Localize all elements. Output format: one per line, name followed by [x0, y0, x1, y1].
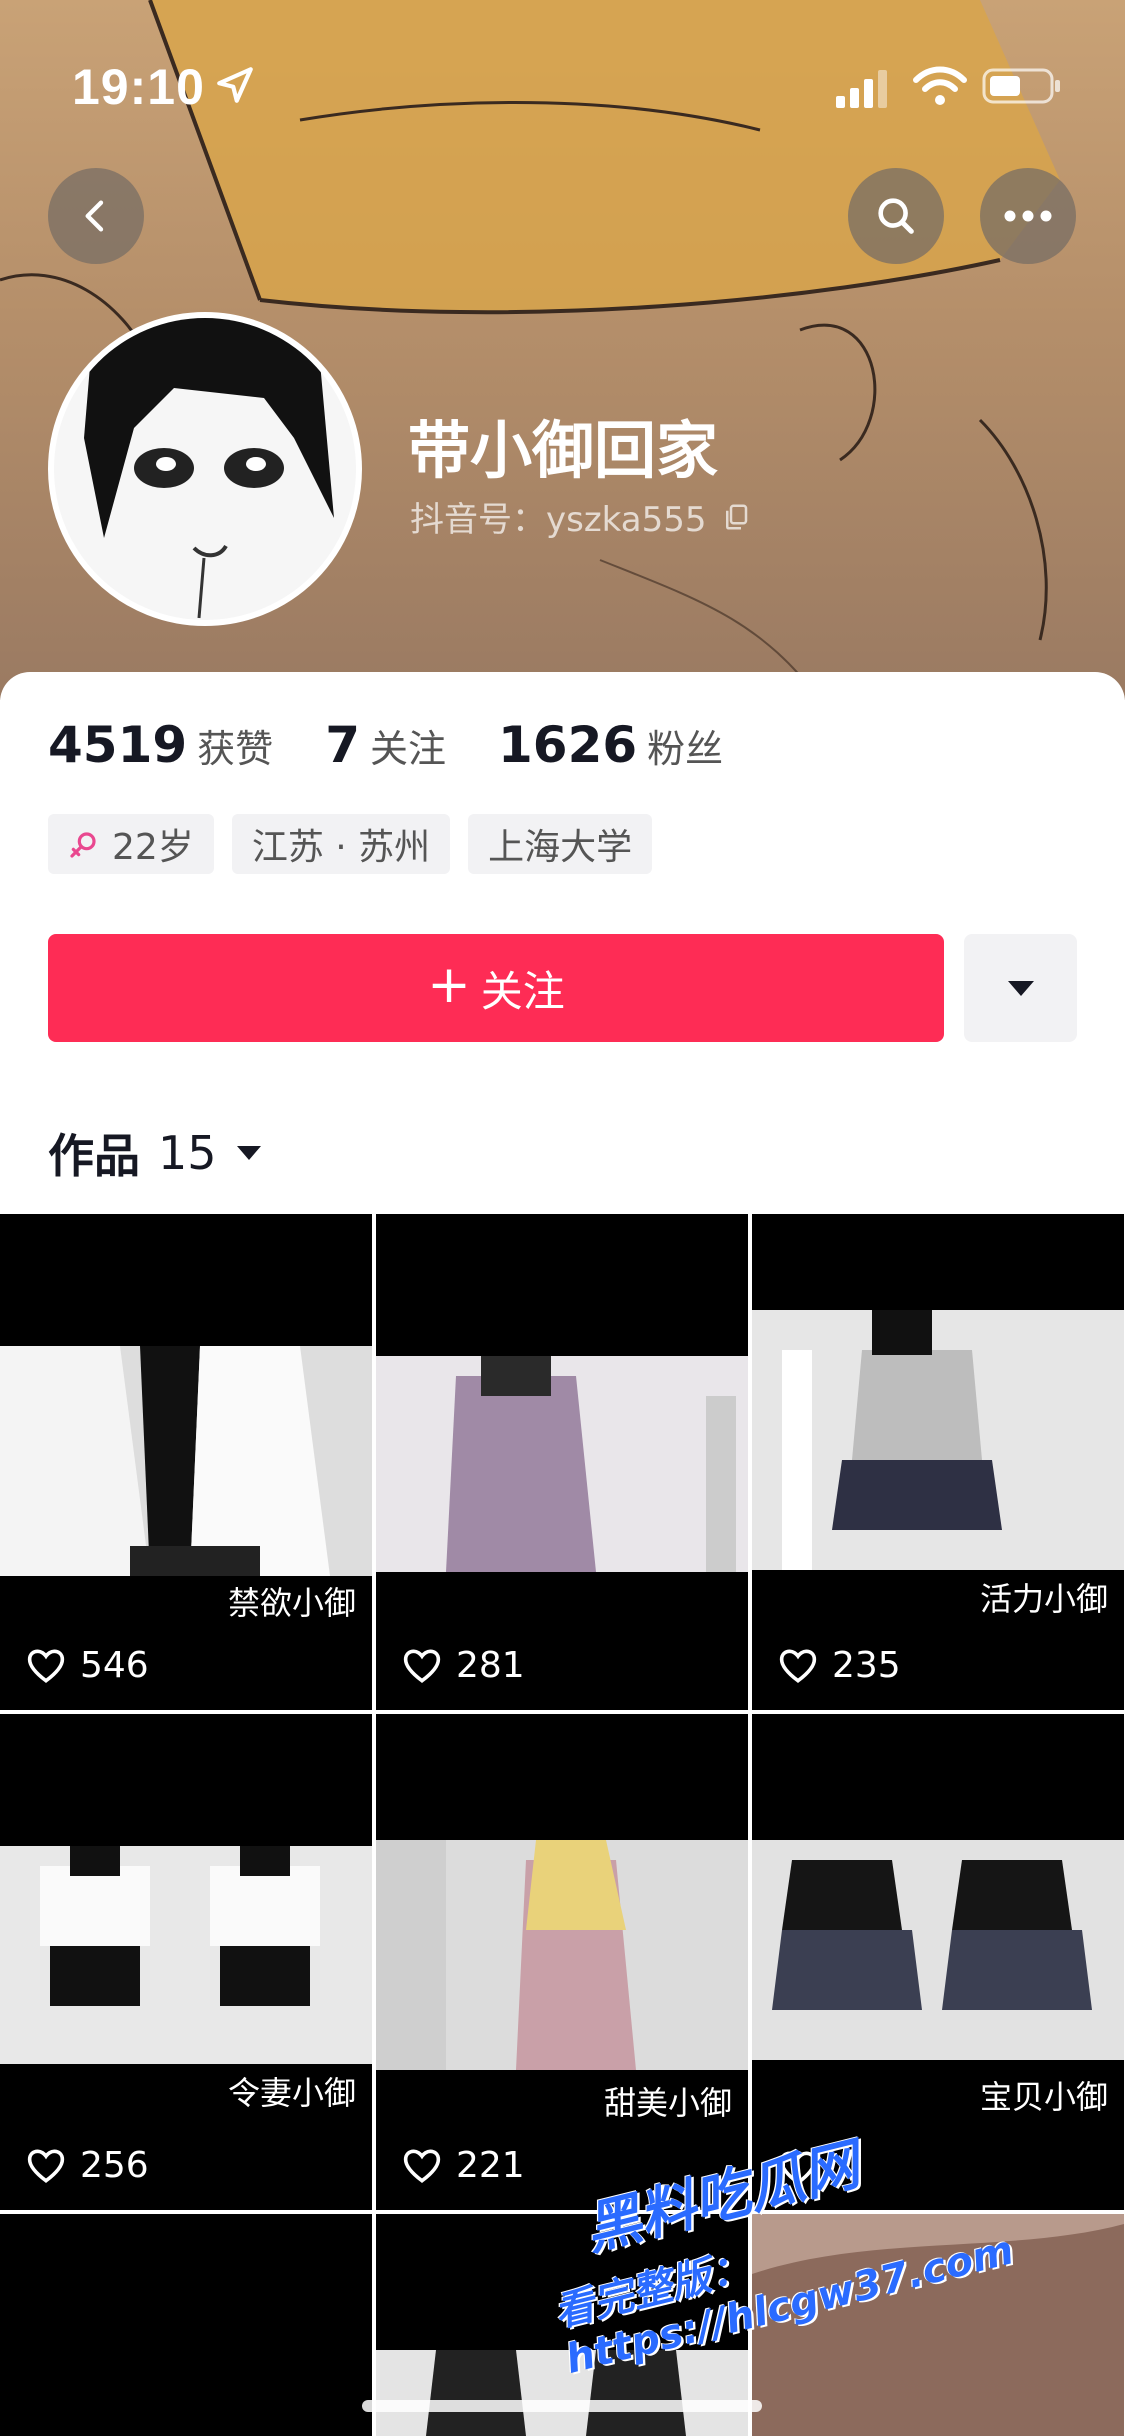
video-caption: 禁欲小御: [227, 1584, 356, 1622]
likes-label: 获赞: [197, 727, 274, 771]
cellular-signal-icon: [836, 70, 887, 108]
video-tile[interactable]: 甜美小御 221: [376, 1714, 748, 2210]
following-count: 7: [325, 716, 360, 774]
video-thumbnail: [376, 1840, 748, 2070]
video-thumbnail: [752, 1310, 1124, 1570]
tag-location: 江苏 · 苏州: [231, 814, 451, 874]
video-thumbnail: [376, 1356, 748, 1572]
profile-tags: 22岁 江苏 · 苏州 上海大学: [48, 814, 653, 874]
more-options-button[interactable]: [980, 168, 1076, 264]
search-icon: [878, 198, 914, 234]
status-time: 19:10: [72, 59, 205, 115]
battery-icon: [982, 68, 1060, 104]
more-dots-icon: [1004, 210, 1052, 222]
video-tile[interactable]: 281: [376, 1214, 748, 1710]
plus-icon: +: [427, 955, 471, 1015]
age-text: 22岁: [112, 827, 194, 868]
stat-following[interactable]: 7 关注: [325, 716, 446, 774]
video-thumbnail: [376, 2350, 748, 2436]
video-thumbnail: [0, 1346, 372, 1576]
video-tile[interactable]: 令妻小御 256: [0, 1714, 372, 2210]
video-likes: 235: [778, 1645, 901, 1686]
video-caption: 令妻小御: [227, 2074, 356, 2112]
female-icon: [70, 832, 96, 858]
likes-count: 221: [456, 2145, 525, 2186]
likes-count: 4519: [48, 716, 188, 774]
profile-banner: 19:10 带小御回家 抖音号：yszka555: [0, 0, 1125, 700]
school-text: 上海大学: [488, 827, 633, 868]
follow-label: 关注: [480, 966, 565, 1016]
video-likes: 221: [402, 2145, 525, 2186]
heart-icon: [403, 2148, 441, 2183]
following-label: 关注: [369, 727, 446, 771]
likes-count: 235: [832, 1645, 901, 1686]
copy-icon[interactable]: [721, 502, 751, 532]
wifi-icon: [913, 66, 967, 105]
tag-school: 上海大学: [468, 814, 653, 874]
location-arrow-icon: [217, 67, 253, 103]
video-likes: 256: [26, 2145, 149, 2186]
profile-stats: 4519 获赞 7 关注 1626 粉丝: [48, 716, 775, 774]
recommend-dropdown-button[interactable]: [964, 934, 1077, 1042]
works-tab[interactable]: 作品 15: [48, 1120, 263, 1186]
followers-count: 1626: [498, 716, 638, 774]
douyin-id[interactable]: 抖音号：yszka555: [410, 492, 751, 541]
heart-icon: [403, 1648, 441, 1683]
video-caption: 活力小御: [979, 1580, 1108, 1618]
video-thumbnail: [752, 1840, 1124, 2060]
video-tile[interactable]: 禁欲小御 546: [0, 1214, 372, 1710]
home-indicator[interactable]: [362, 2400, 762, 2412]
heart-icon: [779, 1648, 817, 1683]
works-count: 15: [158, 1126, 217, 1180]
video-tile[interactable]: 活力小御 235: [752, 1214, 1124, 1710]
video-likes: 281: [402, 1645, 525, 1686]
stat-followers[interactable]: 1626 粉丝: [498, 716, 723, 774]
status-bar: 19:10: [0, 0, 1125, 140]
video-tile[interactable]: [0, 2214, 372, 2436]
chevron-left-icon: [85, 200, 104, 232]
heart-icon: [27, 1648, 65, 1683]
tag-age: 22岁: [48, 814, 214, 874]
works-label: 作品: [48, 1129, 140, 1183]
heart-icon: [27, 2148, 65, 2183]
followers-label: 粉丝: [647, 727, 724, 771]
likes-count: 281: [456, 1645, 525, 1686]
douyin-id-text: 抖音号：yszka555: [410, 500, 707, 540]
stat-likes[interactable]: 4519 获赞: [48, 716, 273, 774]
likes-count: 256: [80, 2145, 149, 2186]
caret-down-icon: [1007, 981, 1034, 996]
video-caption: 甜美小御: [603, 2084, 732, 2122]
location-text: 江苏 · 苏州: [251, 827, 431, 868]
video-likes: 546: [26, 1645, 149, 1686]
avatar[interactable]: [48, 312, 362, 626]
avatar-image: [54, 318, 356, 620]
video-thumbnail: [0, 1846, 372, 2064]
likes-count: 546: [80, 1645, 149, 1686]
caret-down-icon: [236, 1146, 261, 1160]
follow-button[interactable]: + 关注: [48, 934, 944, 1042]
profile-name: 带小御回家: [408, 414, 719, 487]
back-button[interactable]: [48, 168, 144, 264]
search-button[interactable]: [848, 168, 944, 264]
